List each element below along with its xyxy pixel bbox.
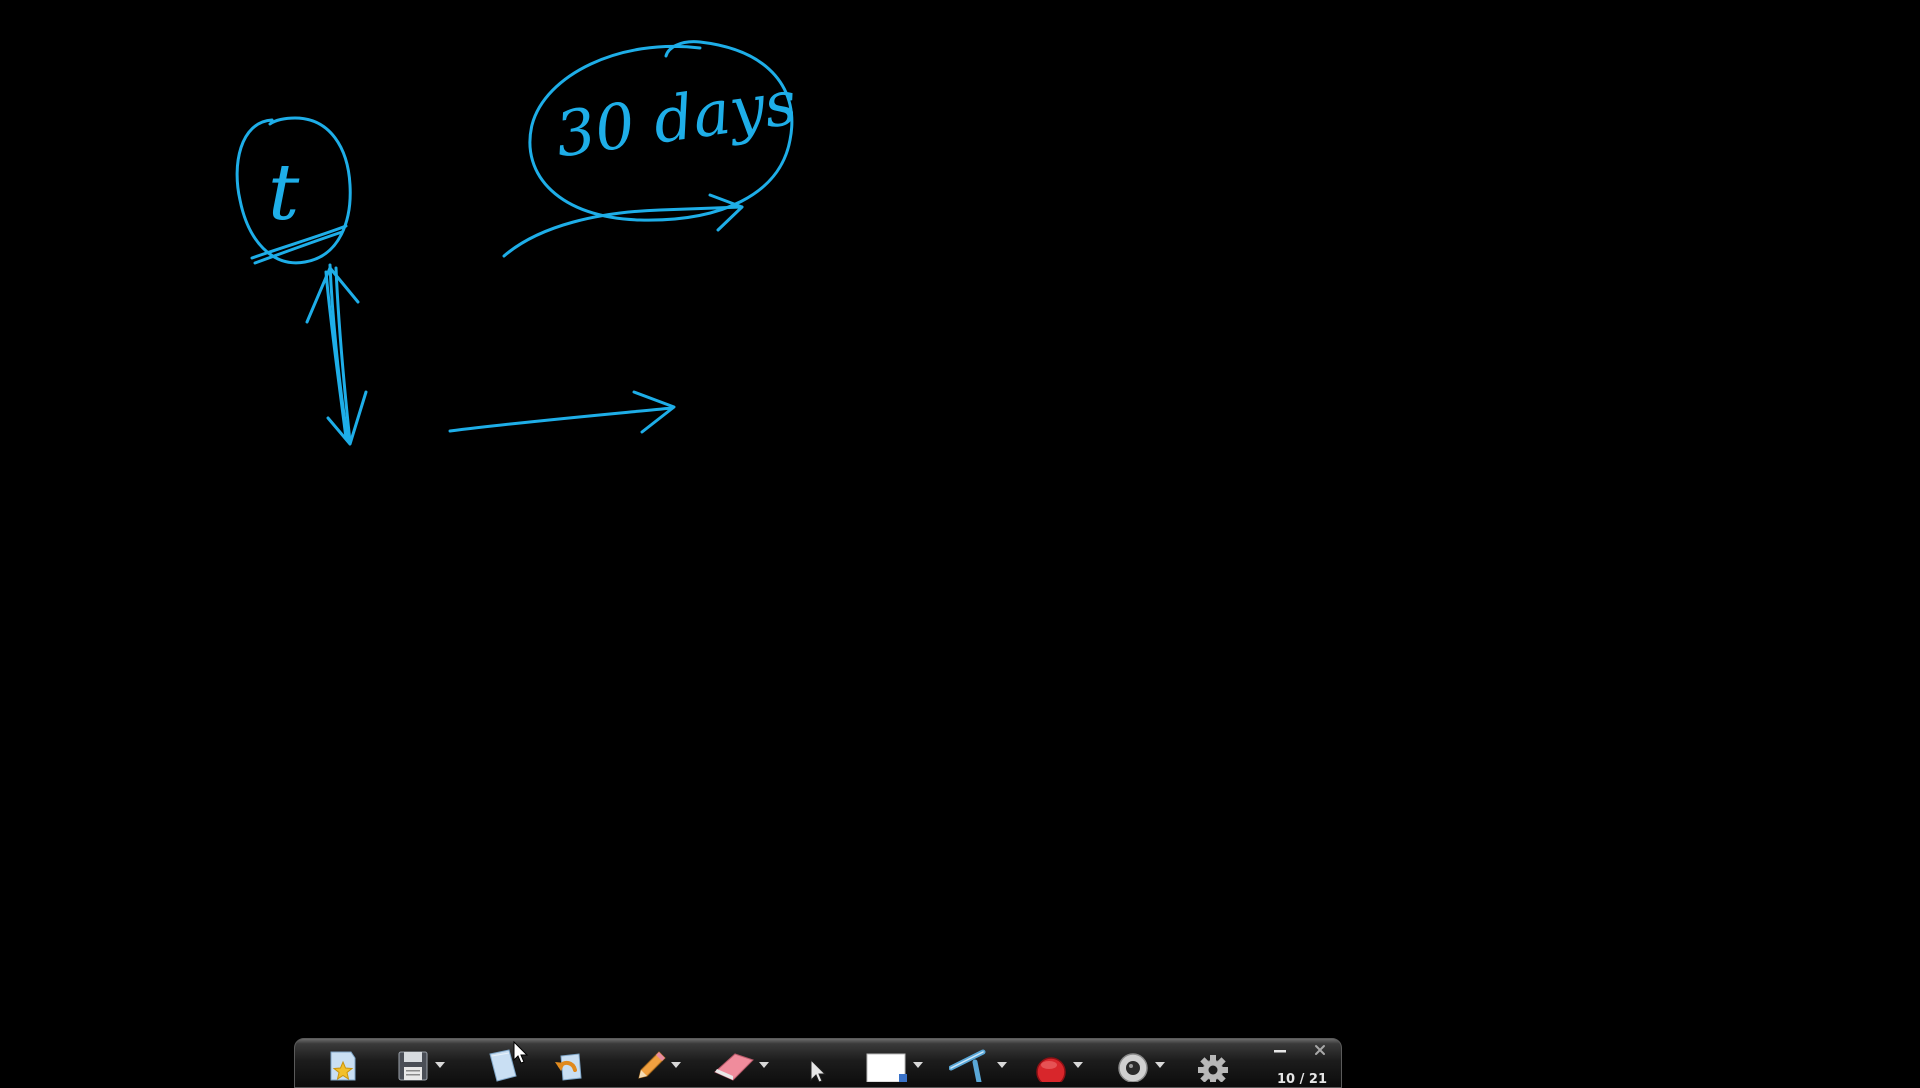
ink-horizontal-arrow: [448, 406, 674, 433]
star-page-icon: [330, 1051, 356, 1081]
line-tool-icon: [949, 1049, 986, 1082]
close-icon[interactable]: [1311, 1043, 1329, 1059]
pen-tool[interactable]: [631, 1048, 683, 1082]
record-dropdown-arrow[interactable]: [1071, 1059, 1085, 1071]
pen-dropdown-arrow[interactable]: [669, 1059, 683, 1071]
background-dropdown-arrow[interactable]: [911, 1059, 925, 1071]
line-tool[interactable]: [949, 1048, 1009, 1082]
eraser-icon: [714, 1053, 754, 1081]
pencil-icon: [638, 1051, 666, 1079]
chevron-down-icon: [759, 1062, 769, 1068]
undo-arrow-icon: [555, 1053, 582, 1081]
webcam-tool[interactable]: [1115, 1048, 1167, 1082]
record-tool[interactable]: [1033, 1048, 1085, 1082]
chevron-down-icon: [435, 1062, 445, 1068]
record-circle-icon: [1036, 1057, 1066, 1082]
chevron-down-icon: [997, 1062, 1007, 1068]
webcam-icon: [1118, 1053, 1148, 1082]
chevron-down-icon: [1073, 1062, 1083, 1068]
select-tool[interactable]: [799, 1048, 835, 1082]
drawing-toolbar: 10 / 21: [294, 1038, 1342, 1088]
chevron-down-icon: [913, 1062, 923, 1068]
line-dropdown-arrow[interactable]: [995, 1059, 1009, 1071]
ink-letter-t: t: [268, 148, 300, 238]
whiteboard-canvas[interactable]: t 30 days: [0, 0, 1920, 1080]
save-dropdown-arrow[interactable]: [433, 1059, 447, 1071]
chevron-down-icon: [1155, 1062, 1165, 1068]
favorites-tool[interactable]: [325, 1048, 361, 1082]
undo-tool[interactable]: [551, 1048, 587, 1082]
pointer-arrow-icon: [810, 1058, 827, 1082]
ink-vertical-arrow: [328, 263, 350, 442]
eraser-tool[interactable]: [711, 1048, 771, 1082]
background-tool[interactable]: [865, 1048, 925, 1082]
minimize-icon[interactable]: [1271, 1043, 1289, 1059]
webcam-dropdown-arrow[interactable]: [1153, 1059, 1167, 1071]
mouse-cursor-icon: [513, 1041, 529, 1064]
white-rectangle-icon: [866, 1053, 907, 1082]
chevron-down-icon: [671, 1062, 681, 1068]
floppy-save-icon: [398, 1051, 428, 1081]
eraser-dropdown-arrow[interactable]: [757, 1059, 771, 1071]
gear-icon: [1198, 1055, 1228, 1082]
settings-tool[interactable]: [1195, 1048, 1231, 1082]
save-tool[interactable]: [395, 1048, 447, 1082]
